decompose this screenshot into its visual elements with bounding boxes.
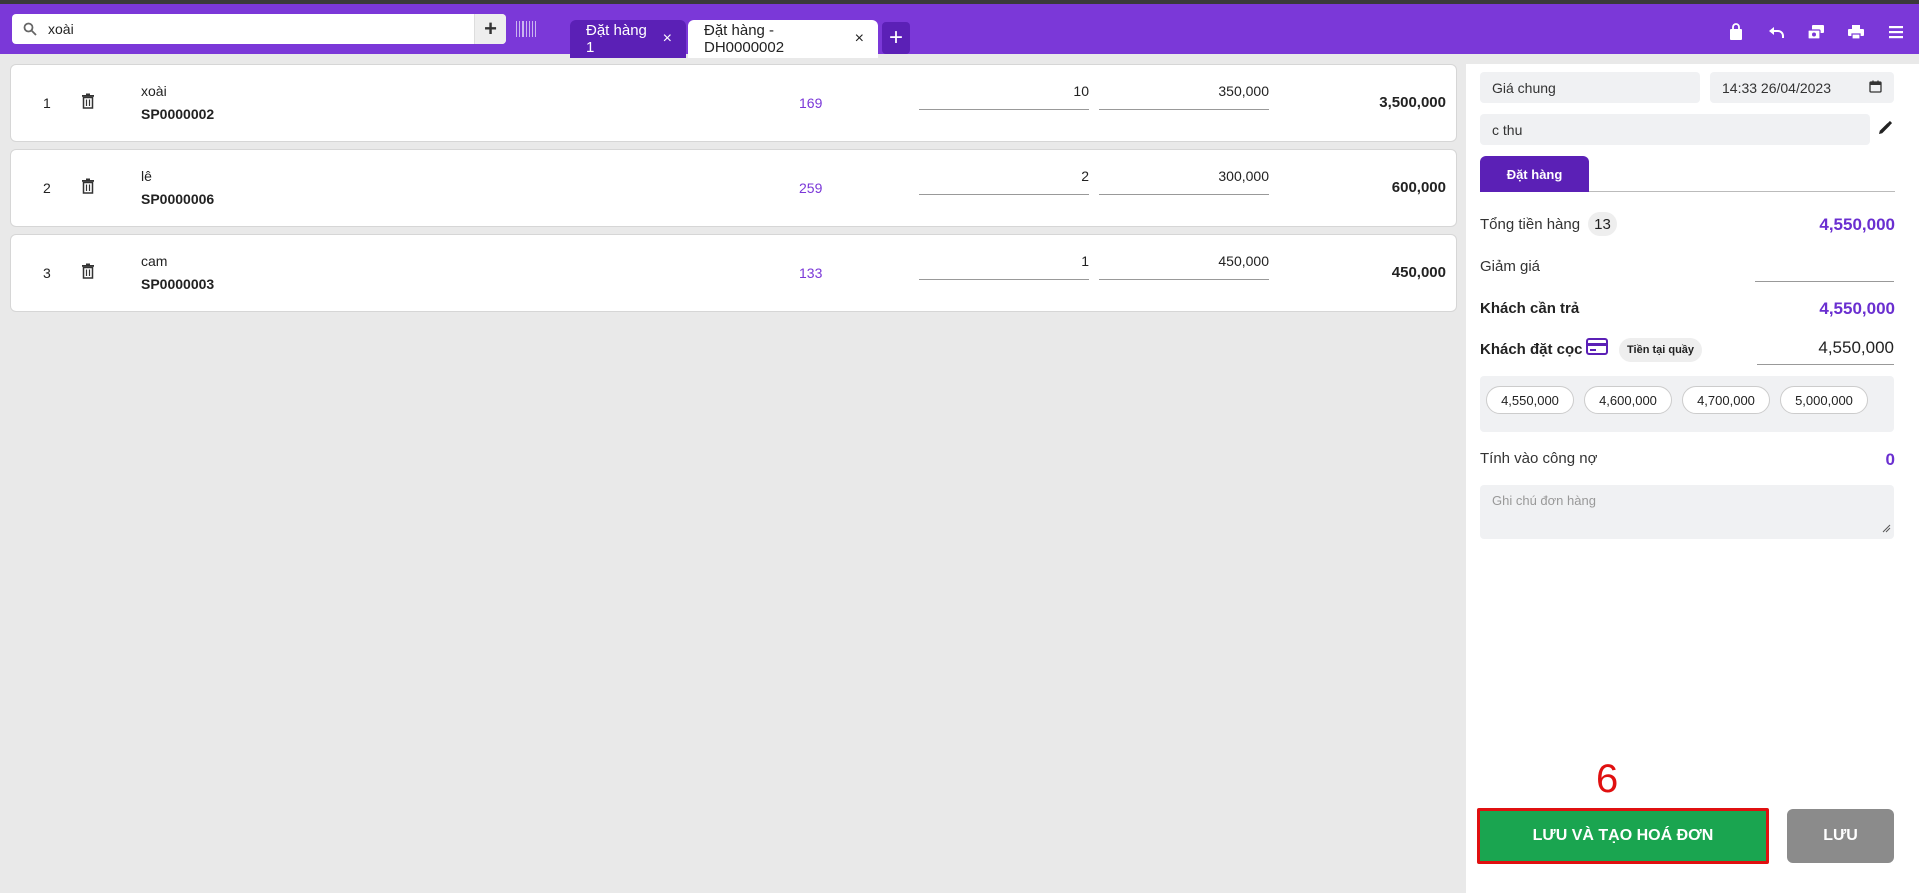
quick-amount-chip[interactable]: 4,700,000 xyxy=(1682,386,1770,414)
product-name: cam xyxy=(141,253,168,269)
notes-placeholder: Ghi chú đơn hàng xyxy=(1492,493,1596,508)
stock-count[interactable]: 259 xyxy=(799,180,822,196)
price-list-value: Giá chung xyxy=(1492,79,1556,96)
deposit-label: Khách đặt cọc xyxy=(1480,341,1583,358)
quick-amount-options: 4,550,000 4,600,000 4,700,000 5,000,000 xyxy=(1480,376,1894,432)
trash-icon[interactable] xyxy=(81,263,95,283)
toolbar-icons xyxy=(1725,21,1907,43)
row-index: 3 xyxy=(43,265,51,281)
unit-price-input[interactable]: 450,000 xyxy=(1099,253,1269,280)
tab-divider xyxy=(1589,191,1895,192)
line-total: 450,000 xyxy=(1391,264,1446,281)
tab-order-dh0000002[interactable]: Đặt hàng - DH0000002 × xyxy=(688,20,878,58)
table-row[interactable]: 1 xoài SP0000002 169 10 350,000 3,500,00… xyxy=(10,64,1457,142)
product-search-input[interactable]: xoài xyxy=(48,21,474,37)
tab-label: Đặt hàng 1 xyxy=(586,22,647,56)
stock-count[interactable]: 133 xyxy=(799,265,822,281)
product-search-box[interactable]: xoài + xyxy=(12,14,506,44)
product-name: xoài xyxy=(141,83,167,99)
edit-customer-icon[interactable] xyxy=(1878,120,1893,139)
line-total: 3,500,000 xyxy=(1379,94,1446,111)
quantity-input[interactable]: 2 xyxy=(919,168,1089,195)
top-bar: xoài + Đặt hàng 1 × Đặt hàng - DH0000002… xyxy=(0,0,1919,58)
save-button[interactable]: LƯU xyxy=(1787,809,1894,863)
menu-icon[interactable] xyxy=(1885,21,1907,43)
deposit-input[interactable]: 4,550,000 xyxy=(1757,338,1894,365)
product-code: SP0000003 xyxy=(141,276,215,292)
amount-due-value: 4,550,000 xyxy=(1819,299,1895,318)
subtotal-label: Tổng tiền hàng xyxy=(1480,216,1581,233)
credit-card-icon[interactable] xyxy=(1586,338,1608,359)
resize-handle-icon[interactable] xyxy=(1881,521,1891,536)
unit-price-input[interactable]: 350,000 xyxy=(1099,83,1269,110)
debt-value: 0 xyxy=(1885,450,1895,469)
table-row[interactable]: 3 cam SP0000003 133 1 450,000 450,000 xyxy=(10,234,1457,312)
item-count-badge: 13 xyxy=(1588,212,1617,236)
trash-icon[interactable] xyxy=(81,178,95,198)
calendar-icon[interactable] xyxy=(1869,80,1882,96)
customer-value: c thu xyxy=(1492,121,1523,138)
payment-method-badge[interactable]: Tiền tại quầy xyxy=(1619,338,1703,362)
printer-icon[interactable] xyxy=(1845,21,1867,43)
quick-amount-chip[interactable]: 4,550,000 xyxy=(1486,386,1574,414)
amount-due-label: Khách cần trả xyxy=(1480,300,1580,317)
debt-label: Tính vào công nợ xyxy=(1480,450,1598,467)
discount-label: Giảm giá xyxy=(1480,258,1541,275)
tab-order-1[interactable]: Đặt hàng 1 × xyxy=(570,20,686,58)
datetime-value: 14:33 26/04/2023 xyxy=(1722,79,1831,96)
product-code: SP0000002 xyxy=(141,106,215,122)
close-icon[interactable]: × xyxy=(663,30,672,48)
add-tab-button[interactable]: + xyxy=(882,22,910,54)
save-and-create-invoice-button[interactable]: LƯU VÀ TẠO HOÁ ĐƠN xyxy=(1477,808,1769,864)
step-marker: 6 xyxy=(1596,757,1619,801)
barcode-icon[interactable] xyxy=(516,21,536,37)
unit-price-input[interactable]: 300,000 xyxy=(1099,168,1269,195)
undo-icon[interactable] xyxy=(1765,21,1787,43)
quick-amount-chip[interactable]: 5,000,000 xyxy=(1780,386,1868,414)
table-row[interactable]: 2 lê SP0000006 259 2 300,000 600,000 xyxy=(10,149,1457,227)
line-total: 600,000 xyxy=(1391,179,1446,196)
row-index: 1 xyxy=(43,95,51,111)
price-list-select[interactable]: Giá chung xyxy=(1480,72,1700,103)
trash-icon[interactable] xyxy=(81,93,95,113)
discount-input[interactable] xyxy=(1755,258,1894,282)
order-notes-input[interactable]: Ghi chú đơn hàng xyxy=(1480,485,1894,539)
stock-count[interactable]: 169 xyxy=(799,95,822,111)
quantity-input[interactable]: 1 xyxy=(919,253,1089,280)
customer-field[interactable]: c thu xyxy=(1480,114,1870,145)
subtotal-value: 4,550,000 xyxy=(1819,215,1895,234)
add-product-button[interactable]: + xyxy=(474,14,506,44)
cash-icon[interactable] xyxy=(1805,21,1827,43)
tab-label: Đặt hàng - DH0000002 xyxy=(704,22,785,56)
quick-amount-chip[interactable]: 4,600,000 xyxy=(1584,386,1672,414)
order-datetime-field[interactable]: 14:33 26/04/2023 xyxy=(1710,72,1894,103)
tab-order[interactable]: Đặt hàng xyxy=(1480,156,1589,192)
close-icon[interactable]: × xyxy=(855,30,864,48)
shopping-bag-icon[interactable] xyxy=(1725,21,1747,43)
quantity-input[interactable]: 10 xyxy=(919,83,1089,110)
search-icon xyxy=(12,22,48,36)
row-index: 2 xyxy=(43,180,51,196)
product-code: SP0000006 xyxy=(141,191,215,207)
product-name: lê xyxy=(141,168,152,184)
